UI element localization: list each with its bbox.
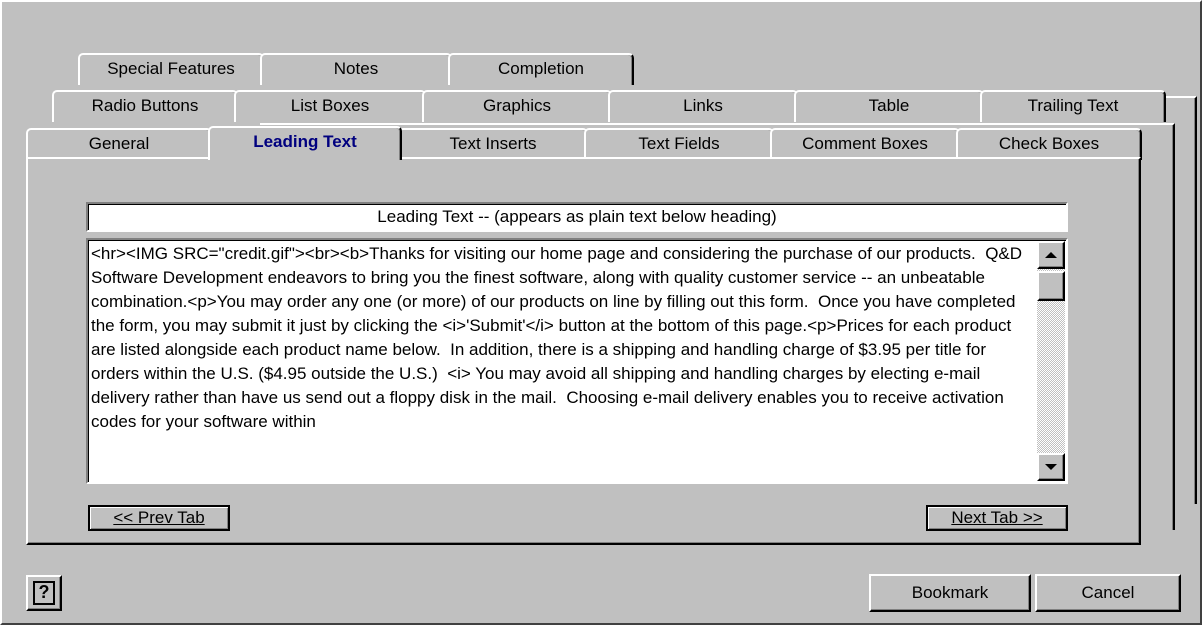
scroll-up-button[interactable]	[1037, 241, 1065, 269]
prev-tab-button[interactable]: << Prev Tab	[88, 505, 230, 531]
tab-text-inserts[interactable]: Text Inserts	[398, 128, 588, 160]
tab-text-fields[interactable]: Text Fields	[584, 128, 774, 160]
tab-label: Text Fields	[638, 134, 720, 153]
tab-notes[interactable]: Notes	[260, 53, 452, 85]
cancel-label: Cancel	[1081, 583, 1135, 602]
leading-text-title-field: Leading Text -- (appears as plain text b…	[86, 202, 1068, 232]
scroll-thumb[interactable]	[1037, 271, 1065, 301]
tab-leading-text[interactable]: Leading Text	[208, 126, 402, 160]
tab-table[interactable]: Table	[794, 90, 984, 122]
help-icon: ?	[33, 581, 55, 605]
help-button[interactable]: ?	[26, 575, 62, 611]
bookmark-button[interactable]: Bookmark	[869, 574, 1031, 612]
next-tab-label: Next Tab >>	[951, 508, 1043, 527]
next-tab-button[interactable]: Next Tab >>	[926, 505, 1068, 531]
tab-label: Trailing Text	[1027, 96, 1119, 115]
dialog-window: Special Features Notes Completion Radio …	[0, 0, 1202, 625]
tab-label: Special Features	[107, 59, 235, 78]
scroll-down-button[interactable]	[1037, 453, 1065, 481]
tab-completion[interactable]: Completion	[448, 53, 634, 85]
tab-label: Check Boxes	[998, 134, 1100, 153]
tab-label: Completion	[498, 59, 584, 78]
arrow-down-icon	[1045, 464, 1057, 470]
tab-trailing-text[interactable]: Trailing Text	[980, 90, 1166, 122]
leading-text-editor[interactable]: <hr><IMG SRC="credit.gif"><br><b>Thanks …	[86, 238, 1068, 484]
bookmark-label: Bookmark	[911, 583, 989, 602]
tab-graphics[interactable]: Graphics	[422, 90, 612, 122]
tab-radio-buttons[interactable]: Radio Buttons	[52, 90, 238, 122]
tab-comment-boxes[interactable]: Comment Boxes	[770, 128, 960, 160]
prev-tab-label: << Prev Tab	[113, 508, 205, 527]
cancel-button[interactable]: Cancel	[1035, 574, 1181, 612]
tab-links[interactable]: Links	[608, 90, 798, 122]
leading-text-content[interactable]: <hr><IMG SRC="credit.gif"><br><b>Thanks …	[91, 242, 1036, 482]
tab-label: Leading Text	[253, 132, 357, 151]
tab-label: Graphics	[482, 96, 552, 115]
tab-general[interactable]: General	[26, 128, 212, 160]
tab-label: Notes	[333, 59, 379, 78]
tab-label: Table	[868, 96, 910, 115]
arrow-up-icon	[1045, 252, 1057, 258]
tab-label: List Boxes	[290, 96, 370, 115]
tab-label: Radio Buttons	[91, 96, 199, 115]
tab-list-boxes[interactable]: List Boxes	[234, 90, 426, 122]
vertical-scrollbar[interactable]	[1037, 241, 1065, 481]
tab-label: Links	[683, 96, 723, 115]
tab-label: General	[88, 134, 150, 153]
tab-check-boxes[interactable]: Check Boxes	[956, 128, 1142, 160]
tab-special-features[interactable]: Special Features	[78, 53, 264, 85]
leading-text-title-label: Leading Text -- (appears as plain text b…	[377, 207, 777, 226]
tab-label: Text Inserts	[449, 134, 537, 153]
tab-label: Comment Boxes	[802, 134, 928, 153]
